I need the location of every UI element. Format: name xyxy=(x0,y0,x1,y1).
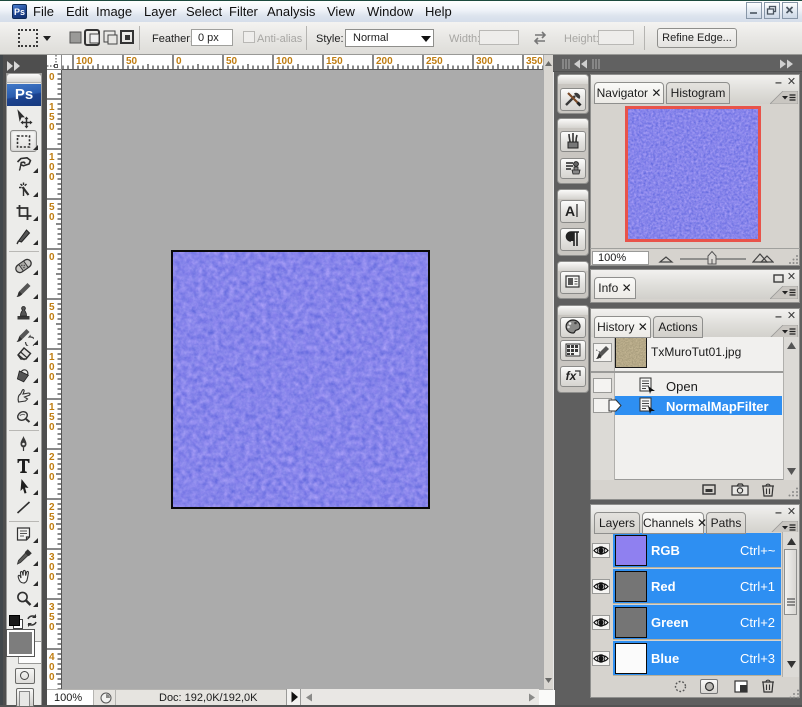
svg-text:0: 0 xyxy=(49,422,55,433)
svg-text:50: 50 xyxy=(126,56,138,67)
svg-text:100: 100 xyxy=(76,56,93,67)
svg-text:0: 0 xyxy=(49,172,55,183)
svg-text:0: 0 xyxy=(49,622,55,633)
svg-text:200: 200 xyxy=(376,56,393,67)
svg-text:50: 50 xyxy=(226,56,238,67)
svg-text:300: 300 xyxy=(476,56,493,67)
svg-text:250: 250 xyxy=(426,56,443,67)
svg-text:0: 0 xyxy=(49,672,55,683)
svg-text:0: 0 xyxy=(49,122,55,133)
svg-text:A: A xyxy=(565,203,575,219)
svg-text:0: 0 xyxy=(49,522,55,533)
svg-text:0: 0 xyxy=(49,312,55,323)
svg-text:0: 0 xyxy=(49,372,55,383)
svg-text:0: 0 xyxy=(49,212,55,223)
svg-text:150: 150 xyxy=(326,56,343,67)
svg-text:0: 0 xyxy=(49,572,55,583)
svg-text:0: 0 xyxy=(176,56,182,67)
svg-text:0: 0 xyxy=(49,472,55,483)
svg-text:350: 350 xyxy=(526,56,543,67)
svg-text:0: 0 xyxy=(49,252,55,263)
svg-text:100: 100 xyxy=(276,56,293,67)
svg-text:0: 0 xyxy=(49,72,55,83)
